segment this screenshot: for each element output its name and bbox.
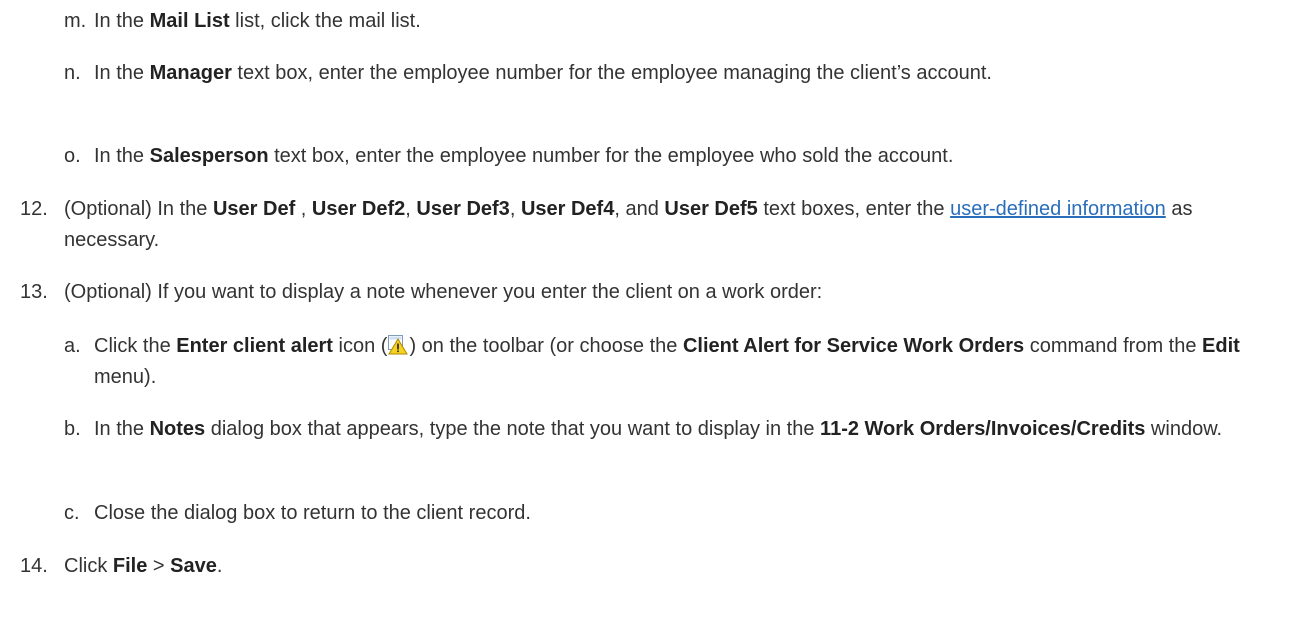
step-text: In the Manager text box, enter the emplo… (94, 62, 992, 84)
step-14: 14. Click File > Save. (0, 551, 1291, 582)
ui-term-user-def5: User Def5 (664, 198, 758, 220)
step-text: In the Salesperson text box, enter the e… (94, 145, 954, 167)
step-a: a. Click the Enter client alert icon () … (0, 331, 1291, 393)
ui-term-manager: Manager (149, 62, 232, 84)
ui-term-file: File (112, 555, 148, 577)
ui-term-edit-menu: Edit (1202, 335, 1240, 357)
ui-term-mail-list: Mail List (149, 10, 230, 32)
ui-term-user-def4: User Def4 (520, 198, 615, 220)
step-text: In the Notes dialog box that appears, ty… (94, 418, 1223, 440)
ui-term-enter-client-alert: Enter client alert (176, 335, 333, 357)
ui-term-work-orders-window: 11-2 Work Orders/Invoices/Credits (820, 418, 1146, 440)
step-c: c. Close the dialog box to return to the… (0, 498, 1291, 529)
document-page: m. In the Mail List list, click the mail… (0, 0, 1291, 634)
client-alert-icon (388, 334, 409, 355)
step-12: 12. (Optional) In the User Def , User De… (0, 194, 1291, 256)
step-text: Click the Enter client alert icon () on … (94, 334, 1240, 388)
step-text: (Optional) In the User Def , User Def2, … (64, 198, 1193, 251)
step-text: (Optional) If you want to display a note… (64, 281, 823, 303)
step-text: Click File > Save. (64, 555, 223, 577)
user-defined-information-link[interactable]: user-defined information (950, 198, 1166, 220)
step-marker: 13. (20, 281, 48, 303)
step-n: n. In the Manager text box, enter the em… (0, 58, 1291, 120)
step-marker: b. (64, 418, 81, 440)
step-text: In the Mail List list, click the mail li… (94, 10, 421, 32)
ui-term-user-def2: User Def2 (311, 198, 406, 220)
step-b: b. In the Notes dialog box that appears,… (0, 414, 1291, 476)
step-o: o. In the Salesperson text box, enter th… (0, 141, 1291, 172)
ui-term-user-def: User Def (212, 198, 296, 220)
step-marker: 14. (20, 555, 48, 577)
ui-term-salesperson: Salesperson (149, 145, 269, 167)
step-marker: a. (64, 335, 81, 357)
step-marker: c. (64, 502, 80, 524)
ui-term-notes: Notes (149, 418, 206, 440)
step-marker: o. (64, 145, 81, 167)
step-13: 13. (Optional) If you want to display a … (0, 277, 1291, 308)
step-marker: 12. (20, 198, 48, 220)
ui-term-save: Save (170, 555, 217, 577)
ui-term-user-def3: User Def3 (416, 198, 510, 220)
step-marker: n. (64, 62, 81, 84)
step-marker: m. (64, 10, 87, 32)
step-m: m. In the Mail List list, click the mail… (0, 6, 1291, 37)
ui-term-client-alert-command: Client Alert for Service Work Orders (682, 335, 1025, 357)
step-text: Close the dialog box to return to the cl… (94, 502, 531, 524)
